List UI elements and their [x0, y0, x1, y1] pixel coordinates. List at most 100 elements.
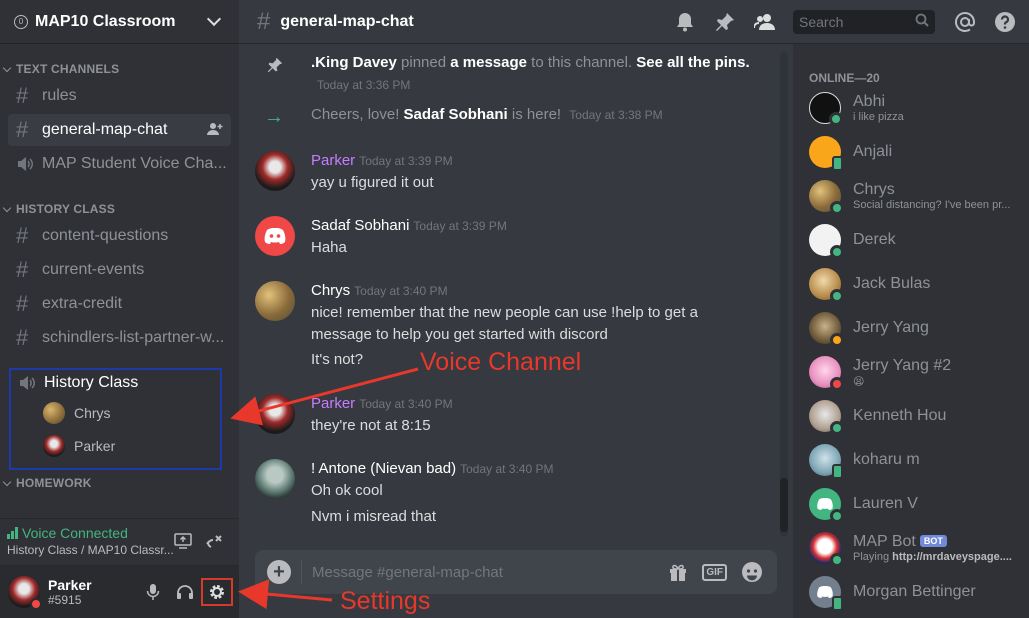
message-author[interactable]: Parker — [311, 152, 355, 169]
voice-status-panel: Voice Connected History Class / MAP10 Cl… — [0, 518, 239, 566]
channel-label: content-questions — [42, 227, 169, 244]
voice-user-parker[interactable]: Parker — [11, 429, 220, 462]
category-homework[interactable]: HOMEWORK — [0, 474, 92, 492]
channel-label: general-map-chat — [42, 121, 168, 138]
avatar — [809, 92, 843, 126]
attach-plus-icon[interactable]: + — [267, 560, 291, 584]
invite-user-icon[interactable] — [207, 122, 223, 139]
hash-icon: # — [16, 291, 29, 316]
help-icon[interactable] — [993, 10, 1017, 34]
avatar — [809, 180, 844, 215]
message-input[interactable] — [312, 563, 669, 581]
screen-share-icon[interactable] — [174, 533, 192, 554]
pinned-message-link[interactable]: a message — [450, 54, 527, 71]
mentions-icon[interactable] — [953, 10, 977, 34]
avatar[interactable] — [255, 394, 295, 434]
message-author[interactable]: Parker — [311, 395, 355, 412]
members-icon[interactable] — [753, 10, 777, 34]
member-item[interactable]: Kenneth Hou — [809, 396, 1024, 436]
member-item[interactable]: MAP Bot BOT Playing http://mrdaveyspage..… — [809, 528, 1024, 568]
username: Parker — [48, 577, 92, 593]
message-scrollbar[interactable] — [780, 52, 788, 536]
member-activity: 😫 — [853, 375, 865, 388]
status-online-icon — [830, 553, 844, 567]
see-all-pins-link[interactable]: See all the pins. — [636, 54, 749, 71]
hash-icon: # — [16, 325, 29, 350]
server-header[interactable]: 0 MAP10 Classroom — [0, 0, 239, 44]
message-text: they're not at 8:15 — [311, 417, 431, 434]
avatar — [43, 401, 65, 424]
gif-button[interactable]: GIF — [702, 563, 727, 581]
join-text-post: is here! — [507, 106, 562, 123]
avatar[interactable] — [255, 459, 295, 499]
member-name: Jack Bulas — [853, 275, 931, 292]
status-mobile-icon — [832, 596, 843, 611]
microphone-icon[interactable] — [137, 576, 169, 608]
avatar — [809, 224, 844, 259]
member-name: Derek — [853, 231, 896, 248]
user-panel: Parker #5915 — [0, 566, 239, 618]
voice-channel-title[interactable]: History Class — [11, 370, 220, 396]
member-item[interactable]: Chrys Social distancing? I've been pr... — [809, 176, 1024, 216]
avatar — [809, 312, 844, 347]
member-item[interactable]: Morgan Bettinger — [809, 572, 1024, 612]
channel-rules[interactable]: # rules — [8, 80, 231, 112]
gif-label: GIF — [702, 563, 727, 581]
member-item[interactable]: Derek — [809, 220, 1024, 260]
activity-link: http://mrdaveyspage.... — [892, 551, 1012, 563]
channel-label: rules — [42, 87, 77, 104]
search-input[interactable]: Search — [793, 9, 935, 34]
member-item[interactable]: Abhi i like pizza — [809, 88, 1024, 128]
avatar[interactable] — [255, 151, 295, 191]
discord-logo-avatar[interactable] — [255, 216, 295, 256]
status-dnd-icon — [30, 598, 42, 610]
member-name: Kenneth Hou — [853, 407, 947, 424]
user-tag: #5915 — [48, 593, 82, 607]
channel-current-events[interactable]: # current-events — [8, 254, 231, 286]
voice-connected-status[interactable]: Voice Connected — [7, 525, 232, 541]
caret-down-icon — [2, 203, 12, 212]
member-item[interactable]: Lauren V — [809, 484, 1024, 524]
status-online-icon — [830, 509, 844, 523]
disconnect-icon[interactable] — [205, 533, 223, 554]
avatar — [809, 356, 844, 391]
bell-icon[interactable] — [673, 10, 697, 34]
joined-user[interactable]: Sadaf Sobhani — [404, 106, 508, 123]
signal-icon — [7, 527, 18, 539]
settings-gear-icon[interactable] — [201, 578, 233, 606]
chevron-down-icon[interactable] — [206, 11, 222, 27]
message-author[interactable]: Sadaf Sobhani — [311, 217, 409, 234]
gift-icon[interactable] — [668, 562, 688, 582]
pin-icon[interactable] — [713, 10, 737, 34]
message-text: message to help you get started with dis… — [311, 326, 608, 343]
message-author[interactable]: Chrys — [311, 282, 350, 299]
speaker-icon — [16, 156, 38, 172]
voice-channel-path[interactable]: History Class / MAP10 Classr... — [7, 543, 232, 557]
emoji-icon[interactable] — [741, 561, 763, 583]
category-history-class[interactable]: HISTORY CLASS — [0, 200, 239, 218]
member-item[interactable]: Jerry Yang — [809, 308, 1024, 348]
scrollbar-thumb[interactable] — [780, 478, 788, 532]
voice-user-chrys[interactable]: Chrys — [11, 396, 220, 429]
user-info[interactable]: Parker #5915 — [48, 577, 137, 607]
member-item[interactable]: koharu m — [809, 440, 1024, 480]
channel-extra-credit[interactable]: # extra-credit — [8, 288, 231, 320]
voice-channel-history-class: History Class Chrys Parker — [9, 368, 222, 470]
voice-channel-map-student[interactable]: MAP Student Voice Cha... — [8, 148, 231, 180]
channel-general-map-chat[interactable]: # general-map-chat — [8, 114, 231, 146]
category-label: HOMEWORK — [16, 476, 92, 490]
pin-actor[interactable]: .King Davey — [311, 54, 397, 71]
channel-content-questions[interactable]: # content-questions — [8, 220, 231, 252]
channel-schindlers-list[interactable]: # schindlers-list-partner-w... — [8, 322, 231, 354]
avatar[interactable] — [8, 576, 42, 610]
avatar[interactable] — [255, 281, 295, 321]
category-text-channels[interactable]: TEXT CHANNELS — [0, 60, 239, 78]
member-item[interactable]: Jerry Yang #2 😫 — [809, 352, 1024, 392]
join-arrow-icon: → — [264, 106, 284, 128]
voice-channel-annotation: Voice Channel — [420, 348, 582, 376]
headphones-icon[interactable] — [169, 576, 201, 608]
member-item[interactable]: Anjali — [809, 132, 1024, 172]
member-item[interactable]: Jack Bulas — [809, 264, 1024, 304]
pin-text-1: pinned — [396, 54, 451, 71]
message-author[interactable]: ! Antone (Nievan bad) — [311, 460, 456, 477]
